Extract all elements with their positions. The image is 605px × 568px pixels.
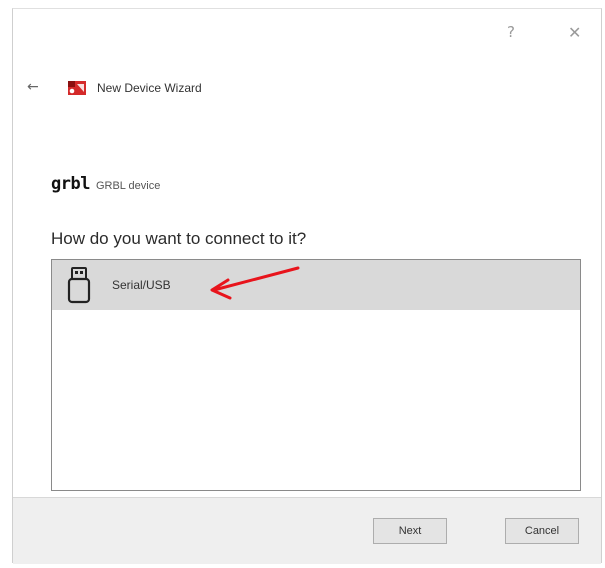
back-arrow-icon[interactable]: ← [27,79,39,95]
list-item-label: Serial/USB [112,278,171,292]
close-button[interactable]: ✕ [568,23,581,42]
wizard-window: ? ✕ ← New Device Wizard grbl GRBL device… [12,8,602,564]
connection-question: How do you want to connect to it? [51,229,307,248]
button-bar: Next Cancel [13,497,601,564]
help-button[interactable]: ? [507,23,515,41]
list-item-serial-usb[interactable]: Serial/USB [52,260,580,310]
next-button[interactable]: Next [373,518,447,544]
usb-drive-icon [67,267,91,304]
device-info: grbl GRBL device [51,174,160,194]
lightburn-logo-icon [68,81,86,95]
annotation-arrow-icon [210,266,300,300]
grbl-logo: grbl [51,174,90,194]
connection-list[interactable]: Serial/USB [51,259,581,491]
device-name: GRBL device [95,180,161,192]
wizard-title: New Device Wizard [97,81,202,95]
cancel-button[interactable]: Cancel [505,518,579,544]
